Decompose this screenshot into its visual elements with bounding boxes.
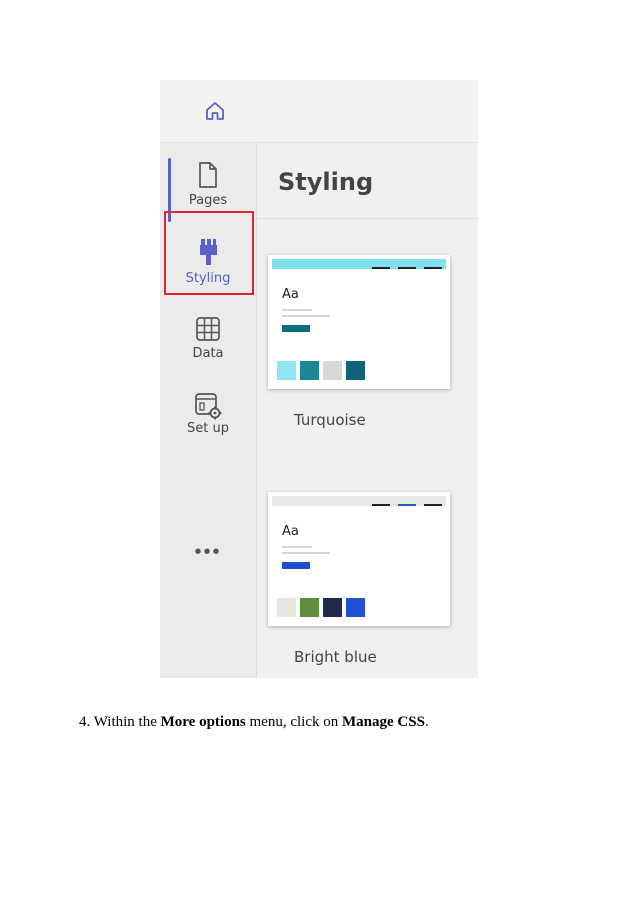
theme-accent-bar [282, 325, 310, 332]
highlight-box [164, 211, 254, 295]
top-bar [160, 80, 478, 143]
theme-swatch [300, 598, 319, 617]
nav-item-data[interactable]: Data [160, 316, 256, 378]
nav-label-pages: Pages [188, 193, 228, 208]
theme-header-dash [372, 267, 390, 269]
theme-card-turquoise[interactable]: Aa [268, 255, 450, 389]
theme-sample-line [282, 315, 330, 317]
theme-swatch [323, 598, 342, 617]
home-icon[interactable] [204, 100, 226, 122]
ellipsis-icon[interactable]: ••• [190, 542, 226, 562]
instruction-suffix: . [424, 714, 429, 730]
theme-sample-text: Aa [282, 524, 299, 539]
theme-card-bright-blue[interactable]: Aa [268, 492, 450, 626]
theme-swatch [300, 361, 319, 380]
panel-divider [257, 218, 478, 219]
instruction-middle: menu, click on [245, 714, 342, 730]
instruction-text: 4. Within the More options menu, click o… [79, 714, 429, 731]
theme-sample-line [282, 546, 312, 548]
theme-swatch [277, 598, 296, 617]
theme-header-dash [398, 267, 416, 269]
theme-header-dash [398, 504, 416, 506]
theme-swatch [346, 361, 365, 380]
table-icon [196, 317, 220, 341]
theme-header-dash [372, 504, 390, 506]
theme-header-bar [272, 259, 446, 269]
theme-sample-line [282, 552, 330, 554]
theme-sample-line [282, 309, 312, 311]
theme-name-turquoise: Turquoise [294, 411, 366, 429]
theme-name-bright-blue: Bright blue [294, 648, 377, 666]
nav-label-setup: Set up [187, 421, 229, 436]
nav-label-data: Data [192, 346, 224, 361]
theme-swatch [346, 598, 365, 617]
screenshot: Pages Styling Data Set up ••• Styling Aa… [160, 80, 478, 678]
nav-item-setup[interactable]: Set up [160, 392, 256, 454]
theme-sample-text: Aa [282, 287, 299, 302]
theme-header-dash [424, 504, 442, 506]
theme-header-dash [424, 267, 442, 269]
theme-accent-bar [282, 562, 310, 569]
instruction-more-options: More options [160, 714, 246, 730]
instruction-prefix: 4. Within the [79, 714, 161, 730]
theme-swatch [277, 361, 296, 380]
theme-swatch [323, 361, 342, 380]
setup-gear-icon [195, 393, 222, 420]
instruction-manage-css: Manage CSS [342, 714, 425, 730]
theme-header-bar [272, 496, 446, 506]
page-icon [199, 162, 217, 188]
panel-title: Styling [278, 168, 374, 196]
